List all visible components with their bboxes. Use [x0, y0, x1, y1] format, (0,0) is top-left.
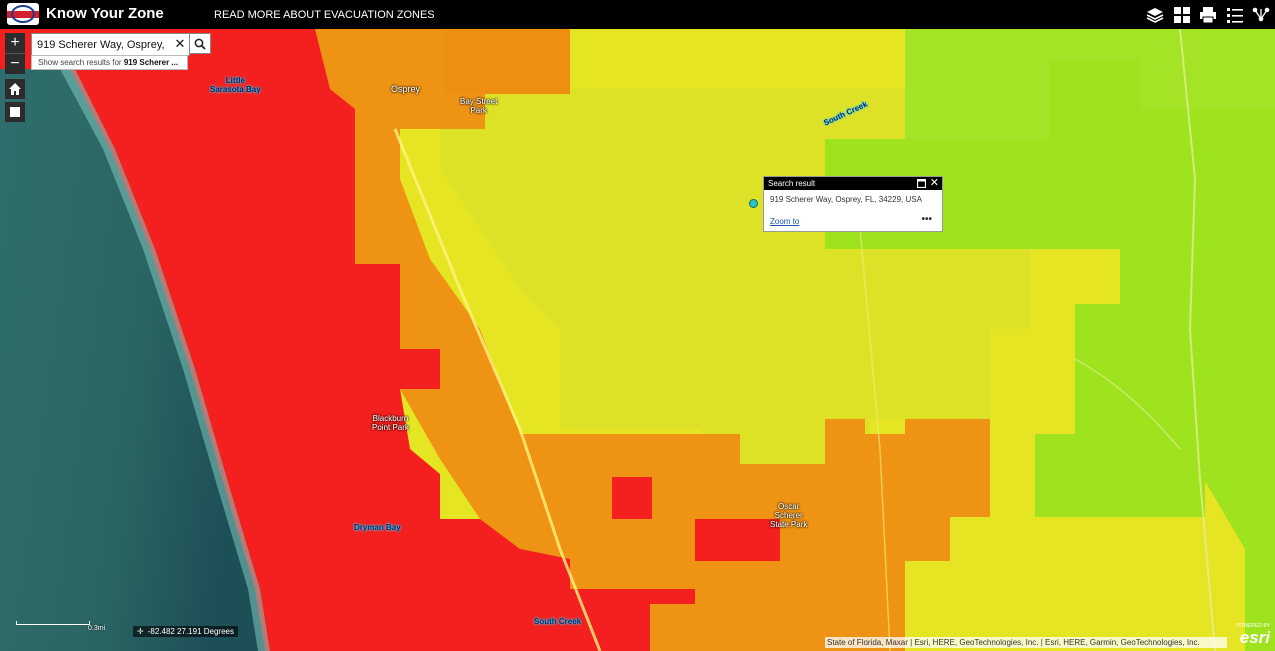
- basemap-gallery-icon[interactable]: [1172, 5, 1192, 25]
- search-result-popup: Search result ✕ 919 Scherer Way, Osprey,…: [763, 176, 943, 232]
- share-icon[interactable]: [1251, 5, 1271, 25]
- bay-street-park-label: Bay Street Park: [460, 97, 498, 115]
- legend-list-icon[interactable]: [1225, 5, 1245, 25]
- blackburn-point-park-label: Blackburn Point Park: [372, 414, 409, 432]
- suggestion-term: 919 Scherer ...: [123, 58, 179, 67]
- crosshair-icon: ✛: [137, 627, 144, 636]
- south-creek-label: South Creek: [534, 617, 582, 626]
- print-icon[interactable]: [1198, 5, 1218, 25]
- square-icon: [10, 107, 20, 117]
- search-button[interactable]: [189, 33, 211, 54]
- more-actions-icon[interactable]: •••: [921, 214, 932, 225]
- search-suggestion[interactable]: Show search results for 919 Scherer ...: [31, 55, 188, 70]
- scale-bar: [16, 621, 90, 625]
- evacuation-zone-map[interactable]: Osprey Little Sarasota Bay Bay Street Pa…: [0, 29, 1275, 651]
- search-input[interactable]: [32, 35, 165, 54]
- zoom-to-link[interactable]: Zoom to: [770, 217, 799, 226]
- little-sarasota-bay-label: Little Sarasota Bay: [210, 76, 261, 94]
- zoom-out-button[interactable]: −: [5, 53, 25, 74]
- coordinate-text: -82.482 27.191 Degrees: [147, 627, 234, 636]
- esri-logo[interactable]: POWERED BY esri: [1229, 623, 1273, 649]
- search-icon: [194, 38, 206, 50]
- map-zones-layer: [0, 29, 1275, 651]
- popup-address: 919 Scherer Way, Osprey, FL, 34229, USA: [770, 195, 922, 204]
- suggestion-prefix: Show search results for: [38, 58, 122, 67]
- popup-header: Search result ✕: [764, 177, 942, 190]
- popup-title: Search result: [768, 179, 816, 188]
- app-header: Know Your Zone READ MORE ABOUT EVACUATIO…: [0, 0, 1275, 29]
- clear-search-icon[interactable]: ✕: [173, 37, 187, 51]
- map-attribution[interactable]: State of Florida, Maxar | Esri, HERE, Ge…: [825, 637, 1227, 648]
- search-result-marker[interactable]: [749, 199, 758, 208]
- maximize-icon[interactable]: [917, 179, 926, 188]
- home-icon: [9, 83, 21, 95]
- coordinate-readout: ✛ -82.482 27.191 Degrees: [133, 626, 238, 637]
- close-icon[interactable]: ✕: [930, 177, 939, 190]
- app-title: Know Your Zone: [46, 5, 164, 22]
- search-box: ✕: [31, 33, 190, 56]
- fullscreen-button[interactable]: [5, 102, 25, 122]
- home-button[interactable]: [5, 79, 25, 99]
- oscar-scherer-state-park-label: Oscar Scherer State Park: [770, 502, 808, 529]
- evacuation-zones-link[interactable]: READ MORE ABOUT EVACUATION ZONES: [214, 9, 435, 21]
- scale-label: 0.3mi: [88, 625, 106, 632]
- layers-icon[interactable]: [1145, 5, 1165, 25]
- osprey-label: Osprey: [391, 84, 421, 94]
- zoom-in-button[interactable]: +: [5, 33, 25, 53]
- sarasota-county-logo: [7, 3, 39, 25]
- dryman-bay-label: Dryman Bay: [354, 523, 401, 532]
